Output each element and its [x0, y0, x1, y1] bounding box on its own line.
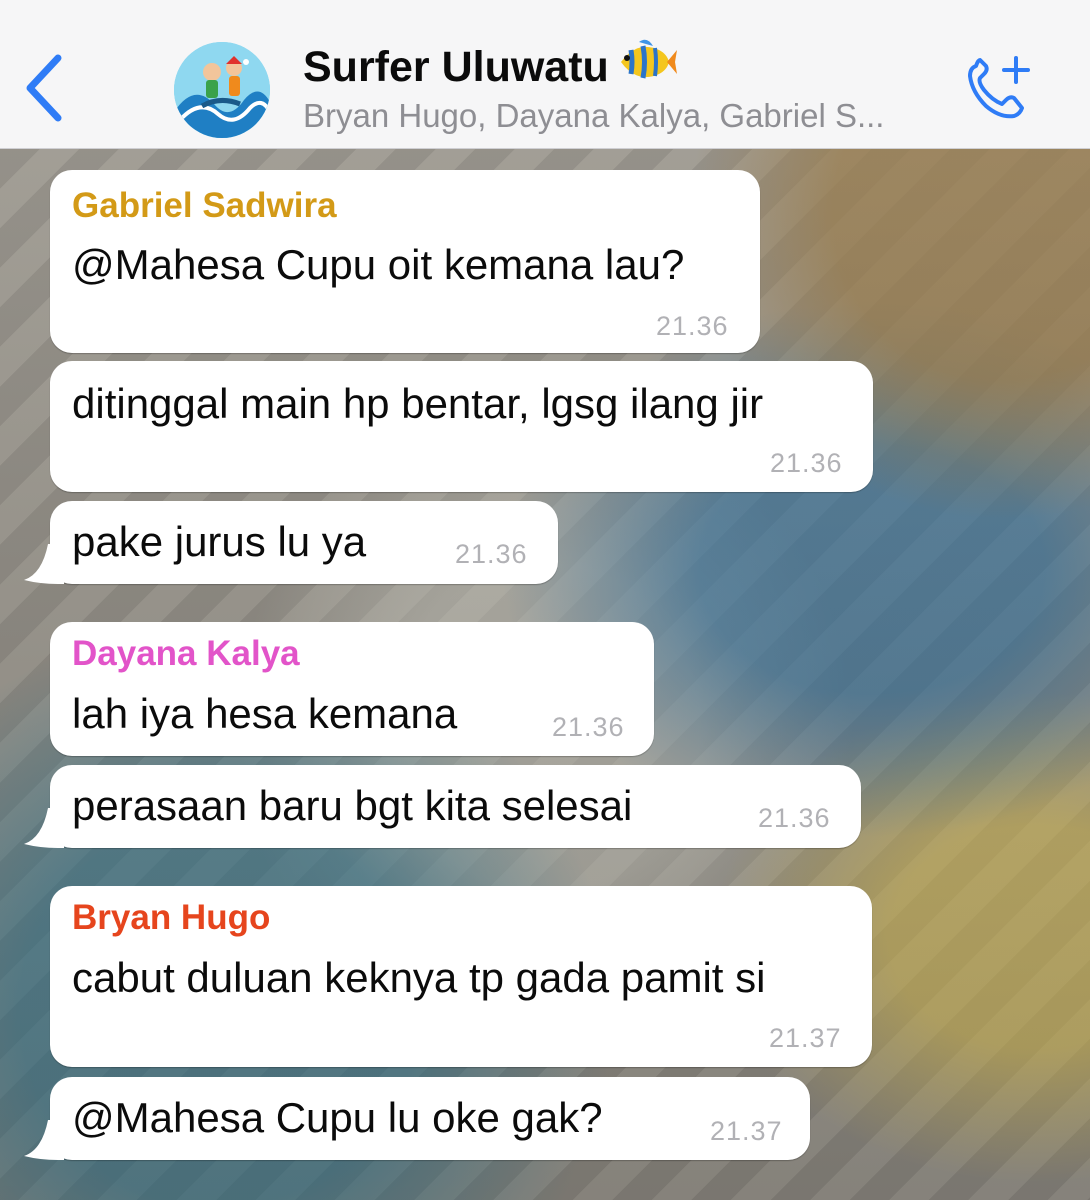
message-text: lah iya hesa kemana — [72, 690, 458, 737]
message-bubble[interactable]: pake jurus lu ya 21.36 — [24, 501, 558, 584]
message-sender: Dayana Kalya — [72, 634, 300, 673]
message-text: ditinggal main hp bentar, lgsg ilang jir — [72, 380, 764, 427]
message-time: 21.37 — [710, 1116, 783, 1146]
chat-header: Surfer Uluwatu Bryan Hugo, Dayana Kalya,… — [0, 0, 1090, 149]
back-button[interactable] — [18, 46, 74, 130]
bubble-tail-icon — [24, 808, 64, 848]
group-avatar[interactable] — [174, 42, 270, 138]
add-call-icon — [968, 56, 1030, 119]
message-text: @Mahesa Cupu lu oke gak? — [72, 1094, 603, 1141]
message-text: perasaan baru bgt kita selesai — [72, 782, 633, 829]
message-bubble[interactable]: Gabriel Sadwira @Mahesa Cupu oit kemana … — [50, 170, 760, 353]
message-text: pake jurus lu ya — [72, 518, 367, 565]
group-avatar-image — [174, 42, 270, 138]
message-text: cabut duluan keknya tp gada pamit si — [72, 954, 766, 1001]
chat-participants: Bryan Hugo, Dayana Kalya, Gabriel S... — [303, 97, 885, 134]
chat-title-area[interactable]: Surfer Uluwatu Bryan Hugo, Dayana Kalya,… — [303, 39, 943, 137]
message-time: 21.36 — [455, 539, 528, 569]
message-bubble[interactable]: Dayana Kalya lah iya hesa kemana 21.36 — [50, 622, 654, 756]
message-bubble[interactable]: ditinggal main hp bentar, lgsg ilang jir… — [50, 361, 873, 492]
chevron-left-icon — [26, 54, 62, 122]
message-time: 21.36 — [758, 803, 831, 833]
message-bubble[interactable]: @Mahesa Cupu lu oke gak? 21.37 — [24, 1077, 810, 1160]
message-bubble[interactable]: Bryan Hugo cabut duluan keknya tp gada p… — [50, 886, 872, 1067]
message-time: 21.37 — [769, 1023, 842, 1053]
message-time: 21.36 — [770, 448, 843, 478]
chat-title: Surfer Uluwatu — [303, 42, 609, 91]
add-call-button[interactable] — [962, 52, 1038, 122]
message-text: @Mahesa Cupu oit kemana lau? — [72, 241, 685, 288]
bubble-tail-icon — [24, 1120, 64, 1160]
message-time: 21.36 — [656, 311, 729, 341]
bubble-tail-icon — [24, 544, 64, 584]
message-time: 21.36 — [552, 712, 625, 742]
tropical-fish-icon — [615, 36, 678, 93]
message-sender: Bryan Hugo — [72, 898, 271, 937]
message-bubble[interactable]: perasaan baru bgt kita selesai 21.36 — [24, 765, 861, 848]
message-sender: Gabriel Sadwira — [72, 186, 337, 225]
